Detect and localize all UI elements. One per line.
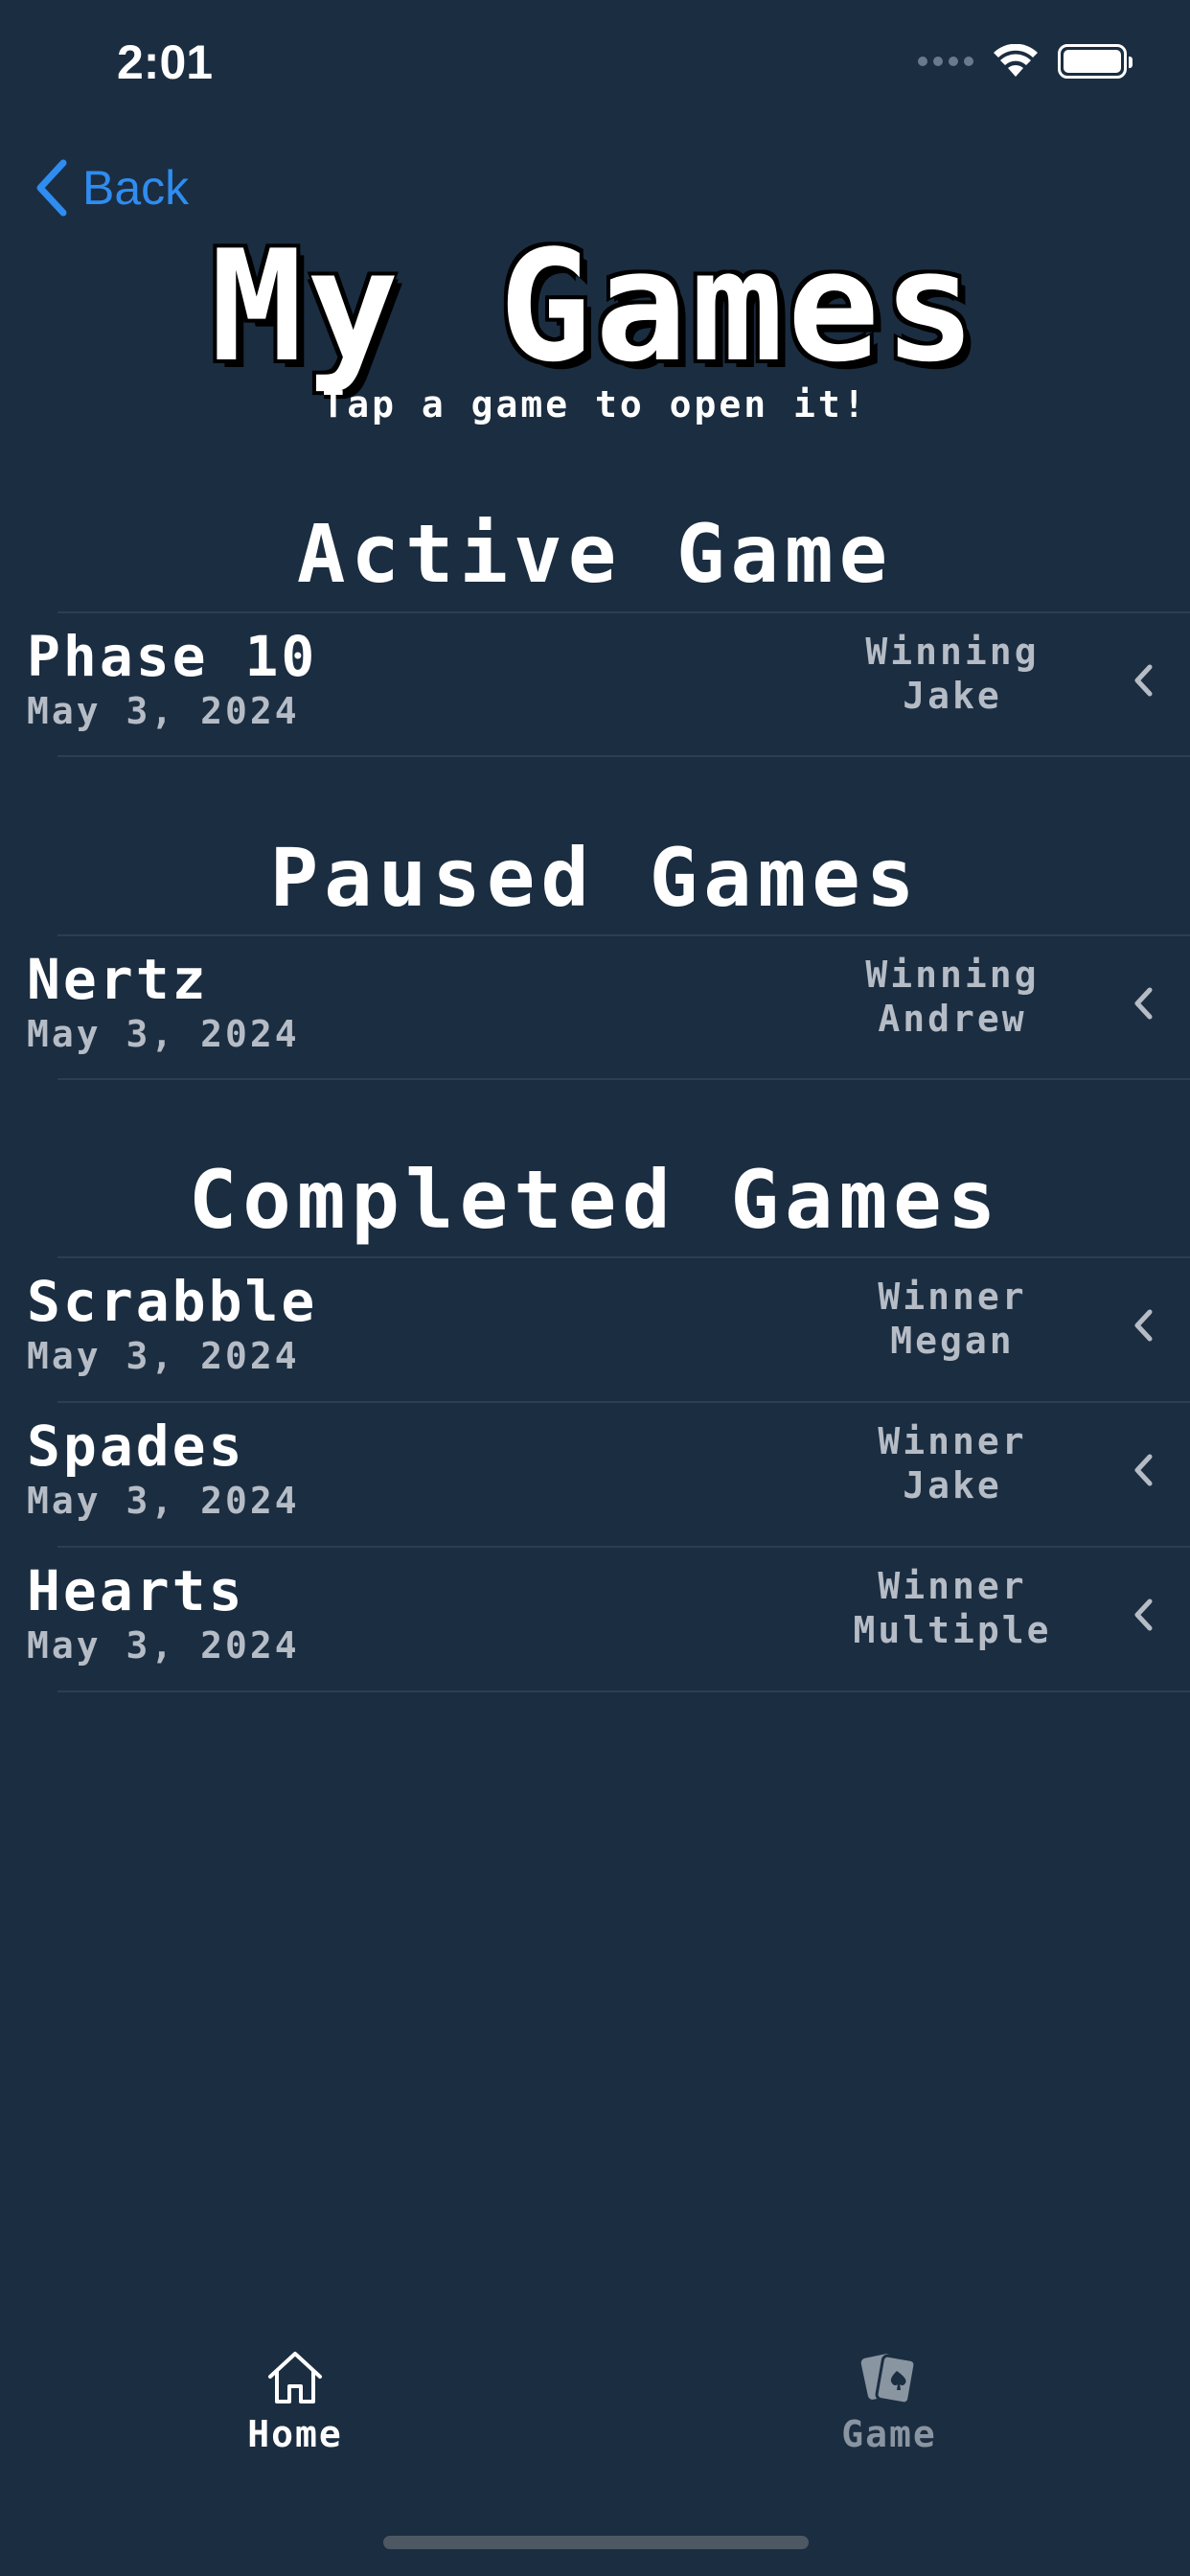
game-name: Scrabble (27, 1269, 318, 1334)
wifi-icon (994, 44, 1038, 77)
game-name: Nertz (27, 947, 209, 1012)
status-time: 2:01 (117, 35, 214, 89)
playing-cards-icon (860, 2354, 917, 2405)
tab-bar: Home Game (0, 2338, 1190, 2482)
tab-game[interactable]: Game (745, 2338, 1033, 2455)
back-label: Back (82, 161, 190, 215)
status-value: Jake (903, 674, 1002, 717)
battery-icon (1058, 44, 1133, 79)
status-label: Winner (878, 1420, 1027, 1462)
chevron-left-icon (36, 159, 67, 217)
section-title-active: Active Game (296, 507, 894, 601)
game-status: Winning Andrew (818, 954, 1087, 1041)
game-row-active[interactable]: Phase 10 May 3, 2024 Winning Jake (0, 613, 1190, 757)
chevron-left-icon (1134, 664, 1153, 697)
home-indicator (383, 2536, 809, 2549)
cellular-signal-icon (918, 57, 973, 66)
game-status: Winner Megan (818, 1276, 1087, 1363)
status-label: Winner (878, 1276, 1027, 1318)
house-icon (268, 2352, 322, 2404)
game-status: Winner Jake (818, 1420, 1087, 1507)
game-row-completed[interactable]: Spades May 3, 2024 Winner Jake (0, 1403, 1190, 1547)
chevron-left-icon (1134, 1454, 1153, 1486)
game-date: May 3, 2024 (27, 690, 300, 732)
status-label: Winning (865, 954, 1040, 996)
back-button[interactable]: Back (34, 159, 189, 217)
status-bar: 2:01 (0, 0, 1190, 134)
status-value: Megan (890, 1319, 1015, 1362)
divider (57, 1690, 1190, 1692)
section-title-paused: Paused Games (269, 831, 921, 925)
game-row-completed[interactable]: Scrabble May 3, 2024 Winner Megan (0, 1258, 1190, 1402)
tab-game-label: Game (841, 2413, 937, 2455)
game-status: Winner Multiple (818, 1565, 1087, 1652)
status-indicators (918, 44, 1133, 79)
game-row-paused[interactable]: Nertz May 3, 2024 Winning Andrew (0, 936, 1190, 1080)
game-status: Winning Jake (818, 631, 1087, 718)
chevron-left-icon (1134, 1598, 1153, 1631)
page-subtitle: Tap a game to open it! (322, 383, 868, 426)
game-date: May 3, 2024 (27, 1013, 300, 1055)
status-label: Winning (865, 631, 1040, 673)
game-date: May 3, 2024 (27, 1624, 300, 1667)
game-date: May 3, 2024 (27, 1480, 300, 1522)
game-name: Spades (27, 1414, 245, 1479)
section-title-completed: Completed Games (188, 1153, 1002, 1247)
page-title: My Games (210, 217, 980, 396)
game-row-completed[interactable]: Hearts May 3, 2024 Winner Multiple (0, 1548, 1190, 1691)
divider (57, 1078, 1190, 1080)
status-value: Jake (903, 1463, 1002, 1506)
tab-home[interactable]: Home (151, 2338, 439, 2455)
chevron-left-icon (1134, 1309, 1153, 1342)
game-name: Phase 10 (27, 624, 318, 689)
game-date: May 3, 2024 (27, 1335, 300, 1377)
game-name: Hearts (27, 1558, 245, 1623)
status-label: Winner (878, 1565, 1027, 1607)
status-value: Andrew (878, 997, 1027, 1040)
tab-home-label: Home (247, 2413, 343, 2455)
divider (57, 755, 1190, 757)
status-value: Multiple (853, 1608, 1052, 1651)
chevron-left-icon (1134, 987, 1153, 1020)
